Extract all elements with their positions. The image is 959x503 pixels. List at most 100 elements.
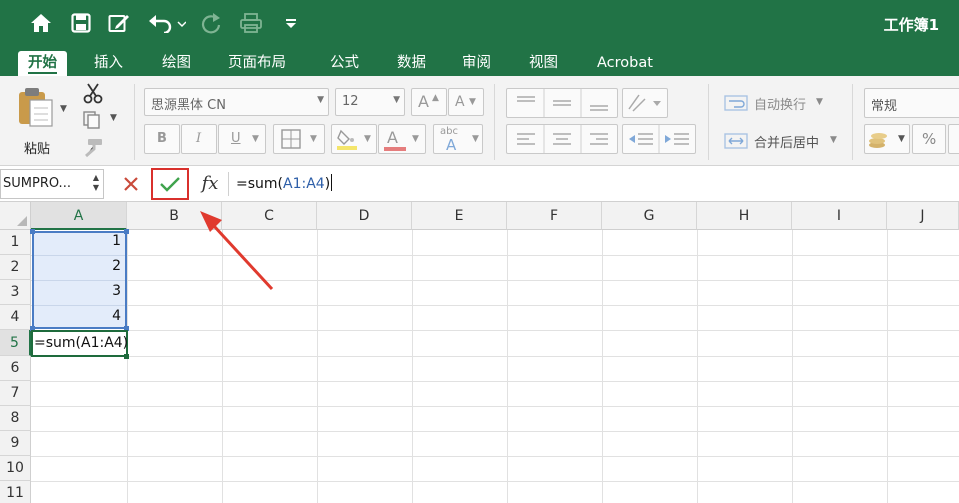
row-header-6[interactable]: 6 (0, 356, 31, 381)
format-painter-icon[interactable] (82, 138, 106, 160)
increase-font-size-button[interactable]: A ▲ (411, 88, 447, 116)
active-cell-a5[interactable]: =sum(A1:A4) (31, 330, 128, 357)
row-header-7[interactable]: 7 (0, 381, 31, 406)
phonetic-guide-button[interactable]: abc A ▼ (433, 124, 483, 154)
column-header-f[interactable]: F (507, 202, 602, 230)
comma-style-button[interactable] (948, 124, 959, 154)
fill-color-button[interactable]: ▼ (331, 124, 377, 154)
gridline (792, 230, 793, 503)
print-icon[interactable] (238, 10, 264, 36)
paste-dropdown-icon[interactable]: ▼ (60, 104, 67, 114)
gridline (507, 230, 508, 503)
font-color-button[interactable]: A ▼ (378, 124, 426, 154)
number-format-select[interactable]: 常规 (864, 88, 959, 118)
tab-insert[interactable]: 插入 (84, 51, 133, 76)
row-header-9[interactable]: 9 (0, 431, 31, 456)
cell-a2[interactable]: 2 (32, 258, 126, 274)
merge-center-button[interactable]: 合并后居中 ▼ (724, 130, 846, 154)
indent-icons[interactable] (623, 125, 695, 153)
formula-bar-separator (228, 172, 229, 196)
row-header-3[interactable]: 3 (0, 280, 31, 305)
row-header-2[interactable]: 2 (0, 255, 31, 280)
ribbon-separator (134, 84, 135, 160)
chevron-down-icon: ▼ (364, 134, 371, 144)
ribbon-home: ▼ 粘贴 ▼ 思源黑体 CN ▼ 12 ▼ A ▲ A ▼ B I U ▼ ▼ … (0, 76, 959, 166)
wrap-text-button[interactable]: 自动换行 ▼ (724, 92, 836, 116)
undo-icon[interactable] (147, 10, 187, 36)
column-header-d[interactable]: D (317, 202, 412, 230)
borders-button[interactable]: ▼ (273, 124, 325, 154)
formula-input[interactable]: =sum(A1:A4) (236, 172, 333, 196)
wrap-text-icon (724, 95, 748, 111)
copy-dropdown-icon[interactable]: ▼ (110, 113, 117, 123)
row-header-11[interactable]: 11 (0, 481, 31, 503)
name-box-value: SUMPRO... (3, 176, 71, 191)
gridline (34, 255, 125, 256)
horizontal-align-group (506, 124, 618, 154)
tab-view[interactable]: 视图 (519, 51, 568, 76)
tab-page-layout[interactable]: 页面布局 (218, 51, 296, 76)
column-header-c[interactable]: C (222, 202, 317, 230)
horizontal-align-icons[interactable] (507, 125, 617, 153)
cell-a1[interactable]: 1 (32, 233, 126, 249)
orientation-icon (628, 94, 661, 112)
cell-a4[interactable]: 4 (32, 308, 126, 324)
select-all-button[interactable] (0, 202, 31, 230)
column-header-b[interactable]: B (127, 202, 222, 230)
paste-button[interactable]: ▼ 粘贴 (14, 84, 67, 157)
row-header-10[interactable]: 10 (0, 456, 31, 481)
font-size-select[interactable]: 12 ▼ (335, 88, 405, 116)
enter-formula-button[interactable] (151, 168, 189, 200)
tab-formulas[interactable]: 公式 (320, 51, 369, 76)
font-name-select[interactable]: 思源黑体 CN ▼ (144, 88, 329, 116)
font-name-value: 思源黑体 CN (151, 98, 226, 113)
copy-button[interactable]: ▼ (82, 110, 122, 132)
row-header-1[interactable]: 1 (0, 230, 31, 255)
column-header-i[interactable]: I (792, 202, 887, 230)
tab-data[interactable]: 数据 (387, 51, 436, 76)
tab-draw[interactable]: 绘图 (152, 51, 201, 76)
column-header-g[interactable]: G (602, 202, 697, 230)
tab-acrobat[interactable]: Acrobat (587, 51, 663, 76)
orientation-button[interactable] (622, 88, 668, 118)
excel-window: 工作簿1 开始 插入 绘图 页面布局 公式 数据 审阅 视图 Acrobat ▼… (0, 0, 959, 503)
cancel-formula-button[interactable] (119, 172, 143, 196)
caret-up-icon: ▲ (432, 93, 439, 103)
column-header-e[interactable]: E (412, 202, 507, 230)
gridline (34, 280, 125, 281)
vertical-align-icons[interactable] (507, 89, 617, 117)
percent-icon: % (922, 130, 937, 148)
column-header-a[interactable]: A (31, 202, 127, 230)
cell-a3[interactable]: 3 (32, 283, 126, 299)
ribbon-separator (708, 84, 709, 160)
chevron-down-icon: ▼ (898, 134, 905, 144)
row-header-4[interactable]: 4 (0, 305, 31, 330)
save-icon[interactable] (68, 10, 94, 36)
gridline (222, 230, 223, 503)
name-box-stepper-icon[interactable]: ▲ ▼ (93, 173, 99, 193)
column-header-h[interactable]: H (697, 202, 792, 230)
caret-down-icon: ▼ (469, 97, 476, 107)
column-header-j[interactable]: J (887, 202, 959, 230)
accounting-format-button[interactable]: ▼ (864, 124, 910, 154)
row-header-8[interactable]: 8 (0, 406, 31, 431)
home-icon[interactable] (28, 10, 54, 36)
edit-icon[interactable] (106, 10, 132, 36)
row-header-5[interactable]: 5 (0, 330, 31, 356)
cell-a5-editing-text: =sum(A1:A4) (34, 335, 129, 351)
decrease-font-size-button[interactable]: A ▼ (448, 88, 484, 116)
fill-handle[interactable] (124, 354, 129, 359)
bold-button[interactable]: B (144, 124, 180, 154)
title-bar: 工作簿1 (0, 0, 959, 48)
tab-review[interactable]: 审阅 (452, 51, 501, 76)
name-box[interactable]: SUMPRO... ▲ ▼ (0, 169, 104, 199)
tab-home[interactable]: 开始 (18, 51, 67, 76)
close-icon (124, 177, 138, 191)
underline-button[interactable]: U ▼ (218, 124, 266, 154)
cut-icon[interactable] (82, 82, 106, 106)
italic-button[interactable]: I (181, 124, 217, 154)
redo-icon[interactable] (198, 10, 224, 36)
insert-function-button[interactable]: fx (197, 170, 223, 198)
percent-style-button[interactable]: % (912, 124, 946, 154)
customize-toolbar-icon[interactable] (278, 10, 304, 36)
